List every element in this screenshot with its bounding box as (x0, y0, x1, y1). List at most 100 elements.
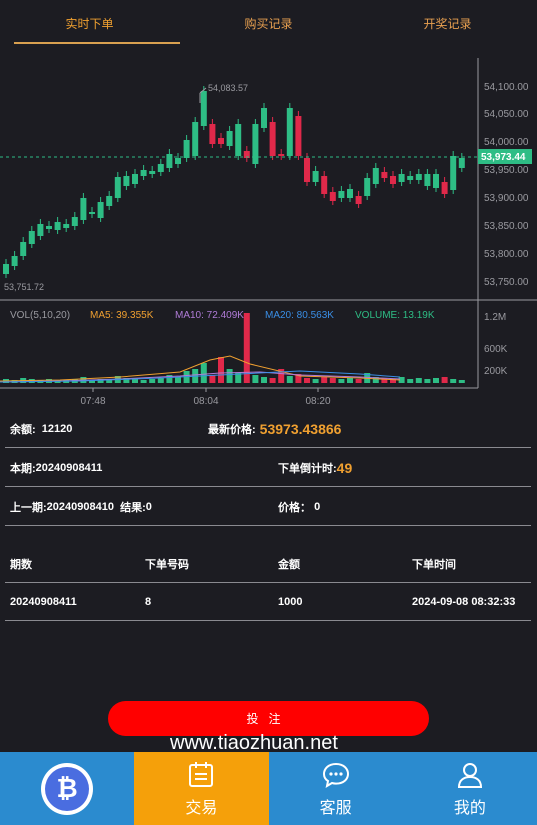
countdown-value: 49 (336, 460, 353, 476)
prev-period-value: 20240908410 (46, 501, 114, 513)
price-tick: 53,800.00 (484, 249, 529, 260)
price-tick: 54,000.00 (484, 137, 529, 148)
header-amount: 金额 (278, 559, 300, 571)
candle (114, 177, 121, 198)
volume-bar (450, 379, 457, 383)
time-tick: 08:20 (305, 396, 330, 407)
volume-bar (226, 369, 233, 383)
candle (20, 242, 27, 256)
candle (28, 231, 35, 244)
tab-realtime-order[interactable]: 实时下单 (0, 0, 180, 46)
table-row: 20240908411 8 1000 2024-09-08 08:32:33 (5, 583, 531, 621)
nav-profile[interactable]: 我的 (403, 752, 537, 825)
candle (415, 174, 422, 180)
cell-period: 20240908411 (10, 596, 77, 608)
volume-bar (304, 378, 310, 383)
bet-button[interactable]: 投注 (108, 701, 429, 736)
volume-tick: 600K (484, 344, 508, 355)
latest-price-label: 最新价格: (208, 424, 256, 436)
volume-bar (175, 377, 181, 383)
table-header: 期数 下单号码 金额 下单时间 (5, 545, 531, 583)
balance-label: 余额: (10, 424, 36, 436)
kline-chart[interactable]: 54,100.00 54,050.00 54,000.00 53,950.00 53,9… (0, 46, 537, 410)
countdown-label: 下单倒计时: (278, 463, 337, 475)
tab-purchase-history[interactable]: 购买记录 (179, 0, 358, 46)
price-tick: 53,750.00 (484, 277, 529, 288)
kline-svg[interactable]: 54,100.00 54,050.00 54,000.00 53,950.00 53,9… (0, 46, 537, 410)
candle (450, 156, 457, 190)
tab-label: 购买记录 (244, 16, 293, 31)
candle (37, 224, 44, 236)
low-label: 53,751.72 (4, 282, 44, 292)
volume-bar (218, 357, 224, 383)
candle (398, 174, 405, 182)
high-label: 54,083.57 (208, 83, 248, 93)
volume-bar (312, 379, 319, 383)
current-period-label: 本期: (10, 463, 36, 475)
candle (89, 212, 95, 214)
candle (200, 91, 207, 126)
vol-indicator: VOL(5,10,20) (10, 310, 70, 321)
prev-result-value: 0 (145, 501, 152, 513)
price-ticks: 54,100.00 54,050.00 54,000.00 53,950.00 53,9… (484, 82, 529, 288)
tab-draw-history[interactable]: 开奖记录 (358, 0, 537, 46)
candle (235, 124, 242, 156)
candle (123, 176, 130, 186)
candle (46, 226, 52, 229)
candle (338, 191, 345, 198)
candle (3, 264, 9, 274)
orders-table: 期数 下单号码 金额 下单时间 20240908411 8 1000 2024-… (5, 545, 531, 621)
prev-result-label: 结果: (120, 502, 146, 514)
nav-home[interactable]: ₿ (0, 752, 134, 825)
price-tick: 53,900.00 (484, 193, 529, 204)
candle (355, 196, 362, 204)
price: 价格： 0 (278, 488, 320, 526)
ma-lines (0, 355, 401, 383)
header-time: 下单时间 (412, 559, 456, 571)
candle (149, 171, 156, 174)
candle (269, 122, 276, 156)
nav-trade[interactable]: 交易 (134, 752, 269, 825)
info-row-previous: 上一期: 20240908410 结果: 0 价格： 0 (5, 488, 531, 526)
nav-label: 交易 (185, 799, 218, 817)
info-row-period: 本期: 20240908411 下单倒计时: 49 (5, 449, 531, 487)
tab-label: 实时下单 (65, 16, 114, 31)
candle (132, 174, 138, 184)
header-period: 期数 (10, 559, 32, 571)
price-tick: 54,100.00 (484, 82, 529, 93)
cell-amount: 1000 (278, 596, 303, 608)
candle (97, 202, 104, 218)
volume-tick: 200K (484, 366, 508, 377)
balance-value: 12120 (41, 423, 73, 435)
bitcoin-logo: ₿ (41, 762, 94, 815)
candle (321, 176, 328, 194)
latest-price: 最新价格: 53973.43866 (208, 410, 341, 448)
nav-label: 客服 (319, 799, 352, 817)
candle (424, 174, 431, 186)
volume-bar (252, 375, 259, 383)
candle (390, 176, 396, 184)
nav-support[interactable]: 客服 (269, 752, 403, 825)
candle (175, 158, 181, 164)
volume-bar (433, 378, 439, 383)
volume-bar (458, 380, 465, 383)
candle (312, 171, 319, 182)
ma5-line (0, 355, 401, 382)
candle (381, 172, 388, 178)
candle (441, 182, 448, 194)
volume-bar (338, 379, 345, 383)
countdown: 下单倒计时: 49 (278, 449, 352, 487)
volume-bar (132, 379, 138, 383)
candle (11, 256, 18, 266)
candle (433, 174, 439, 188)
volume-indicator: VOLUME: 13.19K (355, 310, 435, 321)
volume-bar (424, 379, 431, 383)
candle (218, 138, 224, 144)
header-number: 下单号码 (145, 559, 189, 571)
balance: 余额: 12120 (10, 410, 72, 448)
candle (140, 170, 147, 176)
candle (106, 196, 113, 206)
candle (304, 158, 310, 182)
time-tick: 07:48 (80, 396, 105, 407)
candle (226, 131, 233, 146)
